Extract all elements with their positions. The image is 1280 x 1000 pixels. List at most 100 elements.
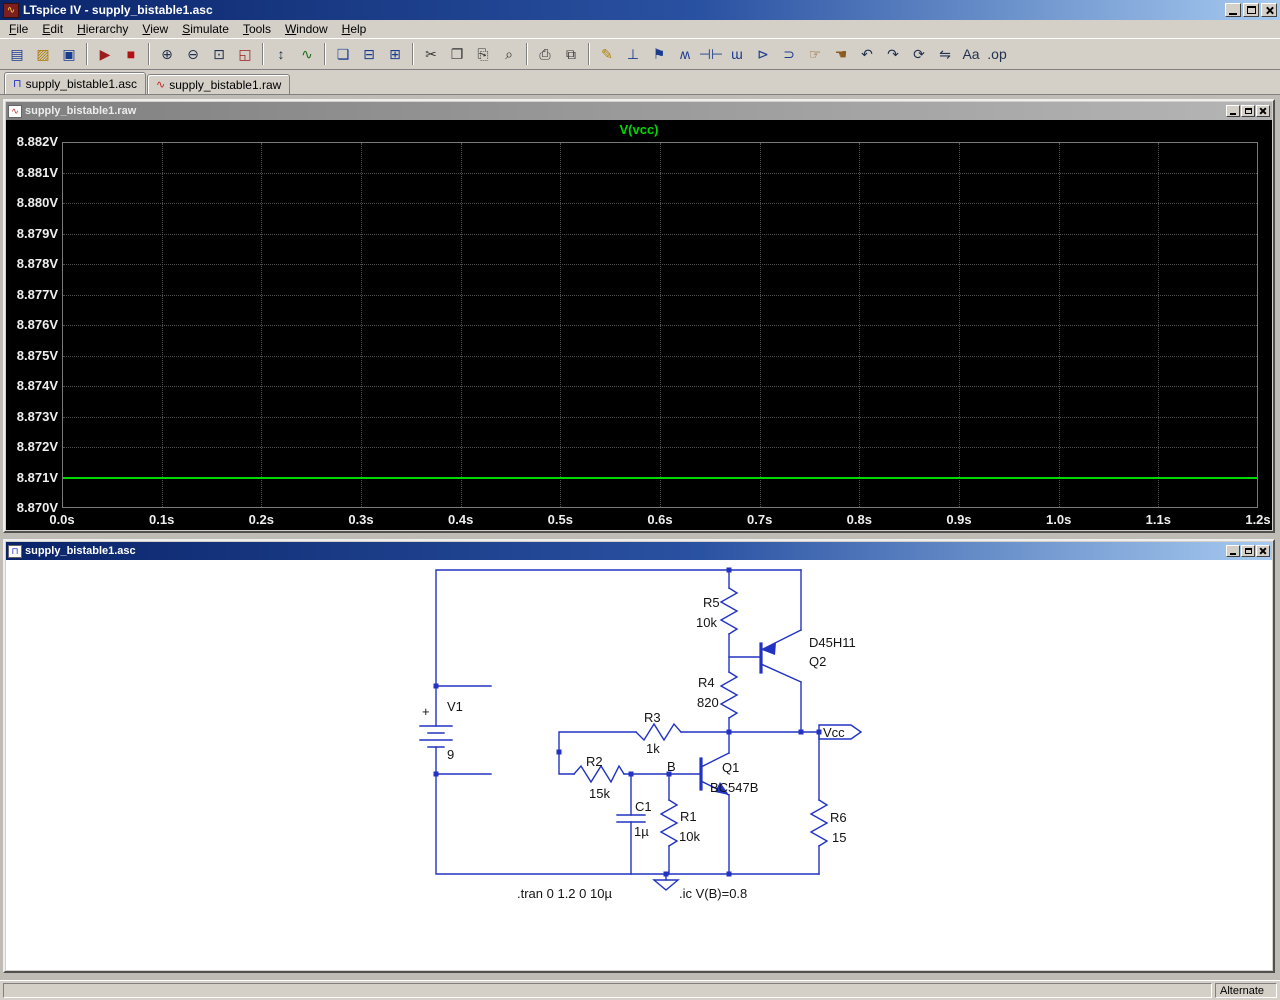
cut-button[interactable]: ✂ [418,42,444,67]
r6-value-label[interactable]: 15 [832,830,846,845]
r6-ref-label[interactable]: R6 [830,810,847,825]
x-axis-tick[interactable]: 0.3s [339,512,383,527]
cascade-windows-button[interactable]: ❏ [330,42,356,67]
waveform-plot[interactable]: V(vcc) 8.882V 8.881V 8.880V 8.879V 8.878V 8.8… [6,120,1272,530]
schematic-minimize-button[interactable] [1226,545,1240,557]
waveform-maximize-button[interactable] [1241,105,1255,117]
titlebar[interactable]: ∿ LTspice IV - supply_bistable1.asc [0,0,1280,20]
y-axis-tick[interactable]: 8.879V [8,226,58,241]
paste-button[interactable]: ⎘ [470,42,496,67]
undo-button[interactable]: ↶ [854,42,880,67]
tab-schematic[interactable]: ⊓ supply_bistable1.asc [4,72,146,94]
mirror-button[interactable]: ⇋ [932,42,958,67]
waveform-titlebar[interactable]: ∿ supply_bistable1.raw [6,102,1272,120]
r3-ref-label[interactable]: R3 [644,710,661,725]
zoom-out-button[interactable]: ⊖ [180,42,206,67]
waveform-minimize-button[interactable] [1226,105,1240,117]
draw-wire-button[interactable]: ✎ [594,42,620,67]
x-axis-tick[interactable]: 1.0s [1037,512,1081,527]
component-q2[interactable] [761,630,801,682]
x-axis-tick[interactable]: 0.8s [837,512,881,527]
x-axis-tick[interactable]: 0.5s [538,512,582,527]
zoom-full-extents-button[interactable]: ◱ [232,42,258,67]
menu-file[interactable]: File [2,21,35,37]
c1-value-label[interactable]: 1µ [634,824,649,839]
new-schematic-button[interactable]: ▤ [4,42,30,67]
app-icon[interactable]: ∿ [3,3,19,18]
x-axis-tick[interactable]: 0.4s [439,512,483,527]
place-capacitor-button[interactable]: ⊣⊢ [698,42,724,67]
y-axis-tick[interactable]: 8.871V [8,470,58,485]
zoom-rectangle-button[interactable]: ⊡ [206,42,232,67]
find-button[interactable]: ⌕ [496,42,522,67]
place-diode-button[interactable]: ⊳ [750,42,776,67]
close-button[interactable] [1261,3,1277,17]
component-v1[interactable] [420,726,452,747]
menu-view[interactable]: View [135,21,175,37]
autorange-y-axis-button[interactable]: ↕ [268,42,294,67]
menu-simulate[interactable]: Simulate [175,21,236,37]
x-axis-tick[interactable]: 1.2s [1236,512,1272,527]
tile-vertically-button[interactable]: ⊞ [382,42,408,67]
r1-value-label[interactable]: 10k [679,829,700,844]
r2-value-label[interactable]: 15k [589,786,610,801]
q2-value-label[interactable]: D45H11 [809,635,856,650]
menu-window[interactable]: Window [278,21,335,37]
y-axis-tick[interactable]: 8.881V [8,165,58,180]
y-axis-tick[interactable]: 8.880V [8,195,58,210]
plot-settings-button[interactable]: ∿ [294,42,320,67]
y-axis-tick[interactable]: 8.877V [8,287,58,302]
halt-simulation-button[interactable]: ■ [118,42,144,67]
print-preview-button[interactable]: ⧉ [558,42,584,67]
q2-ref-label[interactable]: Q2 [809,654,826,669]
r1-ref-label[interactable]: R1 [680,809,697,824]
tab-waveform[interactable]: ∿ supply_bistable1.raw [147,74,290,94]
place-inductor-button[interactable]: ɯ [724,42,750,67]
redo-button[interactable]: ↷ [880,42,906,67]
v1-ref-label[interactable]: V1 [447,699,463,714]
place-component-button[interactable]: ⊃ [776,42,802,67]
schematic-maximize-button[interactable] [1241,545,1255,557]
component-r5[interactable] [721,588,737,634]
ground-symbol[interactable] [654,880,678,890]
menu-tools[interactable]: Tools [236,21,278,37]
r2-ref-label[interactable]: R2 [586,754,603,769]
y-axis-tick[interactable]: 8.875V [8,348,58,363]
r5-ref-label[interactable]: R5 [703,595,720,610]
run-simulation-button[interactable]: ▶ [92,42,118,67]
spice-directive-button[interactable]: .op [984,42,1010,67]
place-net-label-button[interactable]: ⚑ [646,42,672,67]
y-axis-tick[interactable]: 8.878V [8,256,58,271]
x-axis-tick[interactable]: 0.7s [738,512,782,527]
place-ground-button[interactable]: ⊥ [620,42,646,67]
waveform-close-button[interactable] [1256,105,1270,117]
y-axis-tick[interactable]: 8.882V [8,134,58,149]
y-axis-tick[interactable]: 8.874V [8,378,58,393]
text-button[interactable]: Aa [958,42,984,67]
y-axis-tick[interactable]: 8.872V [8,439,58,454]
r5-value-label[interactable]: 10k [696,615,717,630]
y-axis-tick[interactable]: 8.876V [8,317,58,332]
minimize-button[interactable] [1225,3,1241,17]
r3-value-label[interactable]: 1k [646,741,660,756]
tile-horizontally-button[interactable]: ⊟ [356,42,382,67]
component-c1[interactable] [617,815,645,822]
b-net-label[interactable]: B [667,759,676,774]
schematic-close-button[interactable] [1256,545,1270,557]
menu-edit[interactable]: Edit [35,21,70,37]
zoom-in-button[interactable]: ⊕ [154,42,180,67]
vcc-net-label[interactable]: Vcc [823,725,845,740]
c1-ref-label[interactable]: C1 [635,799,652,814]
move-button[interactable]: ☞ [802,42,828,67]
q1-ref-label[interactable]: Q1 [722,760,739,775]
maximize-button[interactable] [1243,3,1259,17]
component-r6[interactable] [811,800,827,846]
component-r3[interactable] [636,724,681,740]
rotate-button[interactable]: ⟳ [906,42,932,67]
component-r4[interactable] [721,672,737,718]
place-resistor-button[interactable]: ʍ [672,42,698,67]
x-axis-tick[interactable]: 0.0s [40,512,84,527]
x-axis-tick[interactable]: 0.6s [638,512,682,527]
component-r1[interactable] [661,800,677,846]
trace-label[interactable]: V(vcc) [6,122,1272,137]
